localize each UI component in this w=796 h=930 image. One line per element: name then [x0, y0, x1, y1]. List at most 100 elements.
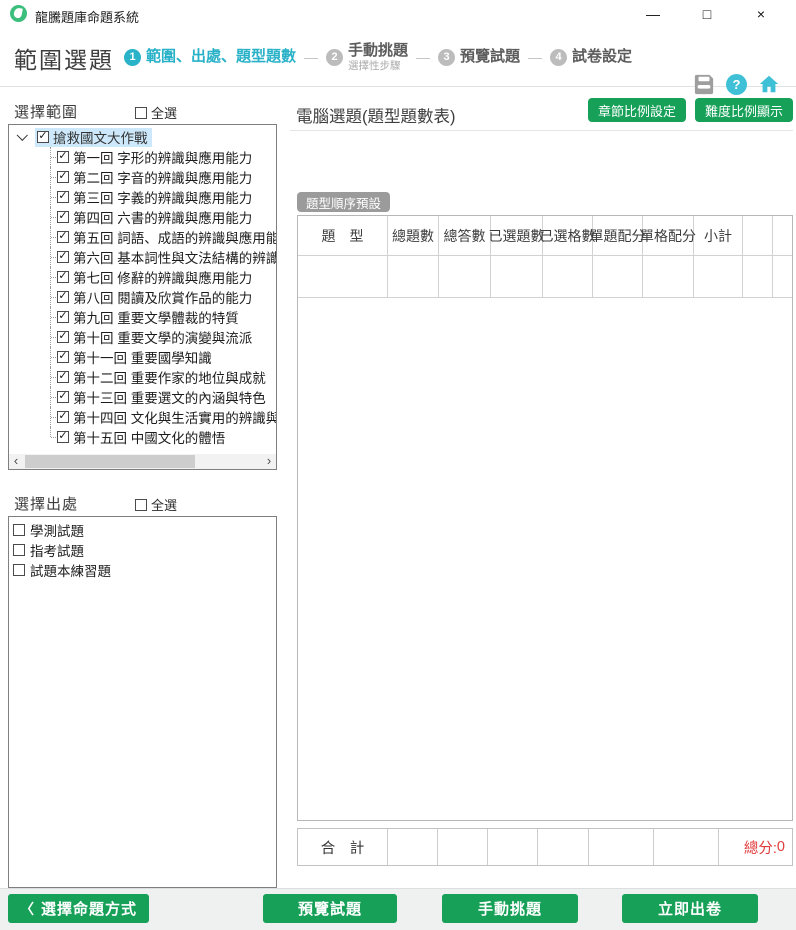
- tree-item[interactable]: ✓ 第一回 字形的辨識與應用能力: [9, 147, 276, 167]
- wizard-step[interactable]: — 3 預覽試題: [408, 48, 520, 65]
- tree-item-checkbox[interactable]: ✓: [57, 371, 69, 383]
- tree-item[interactable]: ✓ 第七回 修辭的辨識與應用能力: [9, 267, 276, 287]
- tree-item[interactable]: ✓ 第四回 六書的辨識與應用能力: [9, 207, 276, 227]
- app-logo-icon: [10, 5, 27, 22]
- home-icon[interactable]: [758, 73, 780, 95]
- scrollbar-thumb[interactable]: [25, 455, 195, 468]
- maximize-icon[interactable]: □: [680, 0, 734, 28]
- help-icon[interactable]: ?: [726, 74, 747, 95]
- source-select-all-checkbox[interactable]: [135, 499, 147, 511]
- type-order-preset-badge[interactable]: 題型順序預設: [297, 192, 390, 212]
- tree-root-selection[interactable]: ✓ 搶救國文大作戰: [35, 128, 152, 147]
- totals-cell: [438, 829, 488, 865]
- column-header: 單格配分: [643, 216, 694, 255]
- tree-item-checkbox[interactable]: ✓: [57, 231, 69, 243]
- step-sublabel: 選擇性步驟: [348, 60, 408, 72]
- preview-questions-button[interactable]: 預覽試題: [263, 894, 397, 923]
- tree-item[interactable]: ✓ 第十三回 重要選文的內涵與特色: [9, 387, 276, 407]
- tree-item[interactable]: ✓ 第十五回 中國文化的體悟: [9, 427, 276, 447]
- column-header: 總題數: [388, 216, 439, 255]
- tree-item-checkbox[interactable]: ✓: [57, 191, 69, 203]
- tree-item-checkbox[interactable]: ✓: [57, 211, 69, 223]
- tree-item[interactable]: ✓ 第三回 字義的辨識與應用能力: [9, 187, 276, 207]
- tree-item-label: 第九回 重要文學體裁的特質: [73, 307, 239, 327]
- expand-chevron-icon[interactable]: [17, 130, 28, 141]
- tree-item-checkbox[interactable]: ✓: [57, 251, 69, 263]
- minimize-icon[interactable]: —: [626, 0, 680, 28]
- tree-item[interactable]: ✓ 第二回 字音的辨識與應用能力: [9, 167, 276, 187]
- tree-item-label: 第十四回 文化與生活實用的辨識與應: [73, 407, 277, 427]
- tree-item-label: 第十五回 中國文化的體悟: [73, 427, 225, 447]
- step-separator: —: [304, 49, 318, 65]
- tree-item-checkbox[interactable]: ✓: [57, 271, 69, 283]
- tree-item[interactable]: ✓ 第十一回 重要國學知識: [9, 347, 276, 367]
- tree-item[interactable]: ✓ 第十二回 重要作家的地位與成就: [9, 367, 276, 387]
- tree-item-checkbox[interactable]: ✓: [57, 351, 69, 363]
- back-to-mode-button[interactable]: 〈 選擇命題方式: [8, 894, 149, 923]
- range-select-all-checkbox[interactable]: [135, 107, 147, 119]
- tree-item-checkbox[interactable]: ✓: [57, 331, 69, 343]
- source-item[interactable]: 學測試題: [9, 520, 276, 540]
- empty-cell: [593, 256, 643, 297]
- source-item-checkbox[interactable]: [13, 524, 25, 536]
- totals-cell: [589, 829, 654, 865]
- tree-item-label: 第十二回 重要作家的地位與成就: [73, 367, 266, 387]
- tree-item[interactable]: ✓ 第十回 重要文學的演變與流派: [9, 327, 276, 347]
- wizard-step[interactable]: — 4 試卷設定: [520, 48, 632, 65]
- chapter-ratio-button[interactable]: 章節比例設定: [588, 98, 686, 122]
- tree-item[interactable]: ✓ 第六回 基本詞性與文法結構的辨識與: [9, 247, 276, 267]
- empty-cell: [439, 256, 491, 297]
- scroll-left-icon[interactable]: ‹: [9, 454, 23, 469]
- tree-item[interactable]: ✓ 第八回 閱讀及欣賞作品的能力: [9, 287, 276, 307]
- column-header: 題 型: [298, 216, 388, 255]
- tree-root-checkbox[interactable]: ✓: [37, 131, 49, 143]
- tree-item[interactable]: ✓ 第十四回 文化與生活實用的辨識與應: [9, 407, 276, 427]
- wizard-step[interactable]: — 1 範圍、出處、題型題數: [124, 48, 296, 65]
- tree-root-node[interactable]: ✓ 搶救國文大作戰: [11, 127, 276, 147]
- step-label: 範圍、出處、題型題數: [146, 48, 296, 65]
- source-item-checkbox[interactable]: [13, 544, 25, 556]
- empty-cell: [643, 256, 694, 297]
- tree-item-label: 第六回 基本詞性與文法結構的辨識與: [73, 247, 277, 267]
- column-header: 總答數: [439, 216, 491, 255]
- difficulty-ratio-button[interactable]: 難度比例顯示: [695, 98, 793, 122]
- tree-item-label: 第八回 閱讀及欣賞作品的能力: [73, 287, 252, 307]
- tree-item-checkbox[interactable]: ✓: [57, 171, 69, 183]
- scroll-right-icon[interactable]: ›: [262, 454, 276, 469]
- save-icon[interactable]: [693, 73, 715, 95]
- tree-item-label: 第十三回 重要選文的內涵與特色: [73, 387, 266, 407]
- range-select-all[interactable]: 全選: [135, 103, 177, 122]
- source-item[interactable]: 試題本練習題: [9, 560, 276, 580]
- tree-item-checkbox[interactable]: ✓: [57, 311, 69, 323]
- manual-pick-button[interactable]: 手動挑題: [442, 894, 578, 923]
- tree-item-checkbox[interactable]: ✓: [57, 291, 69, 303]
- range-select-all-label: 全選: [151, 103, 177, 122]
- tree-item-checkbox[interactable]: ✓: [57, 411, 69, 423]
- generate-paper-button[interactable]: 立即出卷: [622, 894, 758, 923]
- tree-item-checkbox[interactable]: ✓: [57, 391, 69, 403]
- tree-item-list: ✓ 第一回 字形的辨識與應用能力 ✓ 第二回 字音的辨識與應用能力 ✓ 第三回 …: [9, 147, 276, 447]
- totals-cell: [538, 829, 589, 865]
- source-item-checkbox[interactable]: [13, 564, 25, 576]
- step-label: 試卷設定: [572, 48, 632, 65]
- horizontal-scrollbar[interactable]: ‹ ›: [9, 454, 276, 469]
- step-label: 手動挑題: [348, 42, 408, 59]
- tree-item[interactable]: ✓ 第九回 重要文學體裁的特質: [9, 307, 276, 327]
- source-item[interactable]: 指考試題: [9, 540, 276, 560]
- source-item-label: 試題本練習題: [30, 560, 111, 580]
- tree-item-checkbox[interactable]: ✓: [57, 431, 69, 443]
- range-section-title: 選擇範圍: [14, 101, 78, 122]
- column-header: [743, 216, 773, 255]
- source-select-all[interactable]: 全選: [135, 495, 177, 514]
- window-controls: — □ ×: [626, 0, 788, 28]
- column-header: 單題配分: [593, 216, 643, 255]
- footer-bar: 〈 選擇命題方式 預覽試題 手動挑題 立即出卷: [0, 888, 796, 930]
- tree-item[interactable]: ✓ 第五回 詞語、成語的辨識與應用能力: [9, 227, 276, 247]
- source-item-label: 指考試題: [30, 540, 84, 560]
- ratio-buttons: 章節比例設定 難度比例顯示: [588, 98, 793, 122]
- wizard-step[interactable]: — 2 手動挑題 選擇性步驟: [296, 42, 408, 71]
- source-item-list: 學測試題 指考試題 試題本練習題: [9, 520, 276, 580]
- tree-item-checkbox[interactable]: ✓: [57, 151, 69, 163]
- close-icon[interactable]: ×: [734, 0, 788, 28]
- step-number-badge: 4: [550, 49, 567, 66]
